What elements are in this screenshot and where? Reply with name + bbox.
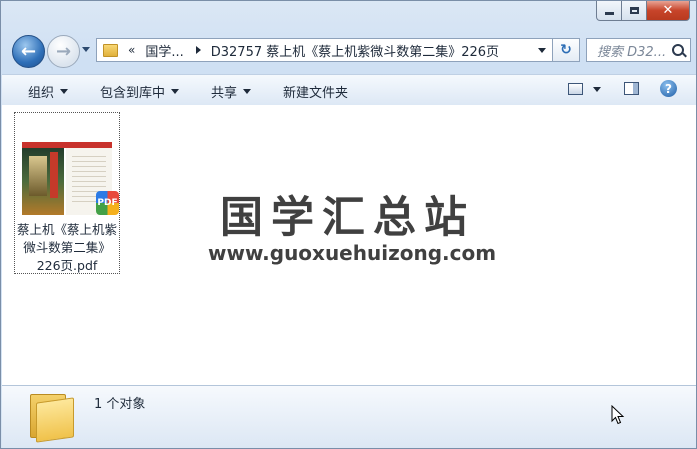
breadcrumb-current[interactable]: D32757 蔡上机《蔡上机紫微斗数第二集》226页	[211, 41, 499, 60]
view-options-dropdown-icon[interactable]	[593, 87, 601, 92]
folder-icon	[30, 392, 74, 443]
mouse-pointer-icon	[611, 405, 625, 425]
caption-buttons: ✕	[596, 1, 690, 21]
forward-button[interactable]: →	[47, 35, 80, 68]
forward-arrow-icon: →	[55, 41, 72, 62]
refresh-icon: ↻	[560, 42, 572, 58]
maximize-icon	[629, 7, 639, 14]
include-in-library-menu[interactable]: 包含到库中	[100, 82, 180, 101]
file-name-line-3: 226页.pdf	[36, 258, 98, 273]
folder-icon	[103, 43, 118, 57]
file-item[interactable]: PDF 蔡上机《蔡上机紫 微斗数第二集》 226页.pdf	[14, 112, 120, 274]
close-icon: ✕	[662, 3, 674, 18]
share-menu[interactable]: 共享	[211, 82, 252, 101]
file-list-area[interactable]: PDF 蔡上机《蔡上机紫 微斗数第二集》 226页.pdf 国学汇总站 www.…	[2, 105, 696, 385]
thumbnail-cover-art	[29, 156, 47, 196]
pdf-badge-icon: PDF	[96, 191, 119, 215]
address-overflow-chevron[interactable]: «	[128, 43, 135, 57]
change-view-icon[interactable]	[568, 83, 583, 95]
address-bar[interactable]: « 国学... D32757 蔡上机《蔡上机紫微斗数第二集》226页	[96, 38, 553, 62]
new-folder-button[interactable]: 新建文件夹	[283, 82, 348, 101]
search-placeholder: 搜索 D32...	[597, 44, 665, 60]
refresh-button[interactable]: ↻	[553, 38, 580, 62]
chevron-down-icon	[60, 89, 69, 94]
address-history-dropdown-icon[interactable]	[538, 48, 546, 53]
details-pane: 1 个对象	[2, 385, 696, 448]
preview-pane-icon[interactable]	[624, 82, 639, 95]
minimize-button[interactable]	[596, 1, 622, 21]
chevron-down-icon	[243, 89, 252, 94]
close-button[interactable]: ✕	[647, 1, 690, 21]
organize-label: 组织	[28, 86, 55, 101]
search-icon[interactable]	[672, 44, 684, 56]
include-library-label: 包含到库中	[100, 86, 166, 101]
back-button[interactable]: ←	[12, 35, 45, 68]
item-count: 1 个对象	[94, 397, 146, 412]
file-name[interactable]: 蔡上机《蔡上机紫 微斗数第二集》 226页.pdf	[15, 221, 119, 275]
minimize-icon	[604, 12, 614, 15]
explorer-window: ✕ ← → « 国学... D32757 蔡上机《蔡上机紫微斗数第二集》226页…	[0, 0, 697, 449]
thumbnail-cover-stripe	[50, 152, 58, 198]
share-label: 共享	[211, 86, 238, 101]
back-arrow-icon: ←	[20, 41, 37, 62]
folder-front	[36, 397, 74, 443]
chevron-down-icon	[171, 89, 180, 94]
new-folder-label: 新建文件夹	[283, 86, 349, 101]
recent-pages-dropdown[interactable]	[82, 47, 90, 52]
breadcrumb-separator-icon[interactable]	[195, 46, 201, 54]
watermark-url: www.guoxuehuizong.com	[208, 241, 497, 265]
organize-menu[interactable]: 组织	[28, 82, 69, 101]
watermark-title: 国学汇总站	[220, 193, 475, 243]
breadcrumb-parent[interactable]: 国学...	[145, 41, 183, 60]
command-bar: 组织 包含到库中 共享 新建文件夹 ?	[2, 74, 696, 106]
file-name-line-2: 微斗数第二集》	[23, 240, 111, 255]
maximize-button[interactable]	[622, 1, 647, 21]
file-name-line-1: 蔡上机《蔡上机紫	[16, 222, 117, 237]
search-box[interactable]: 搜索 D32...	[586, 38, 691, 62]
help-icon[interactable]: ?	[660, 80, 677, 97]
